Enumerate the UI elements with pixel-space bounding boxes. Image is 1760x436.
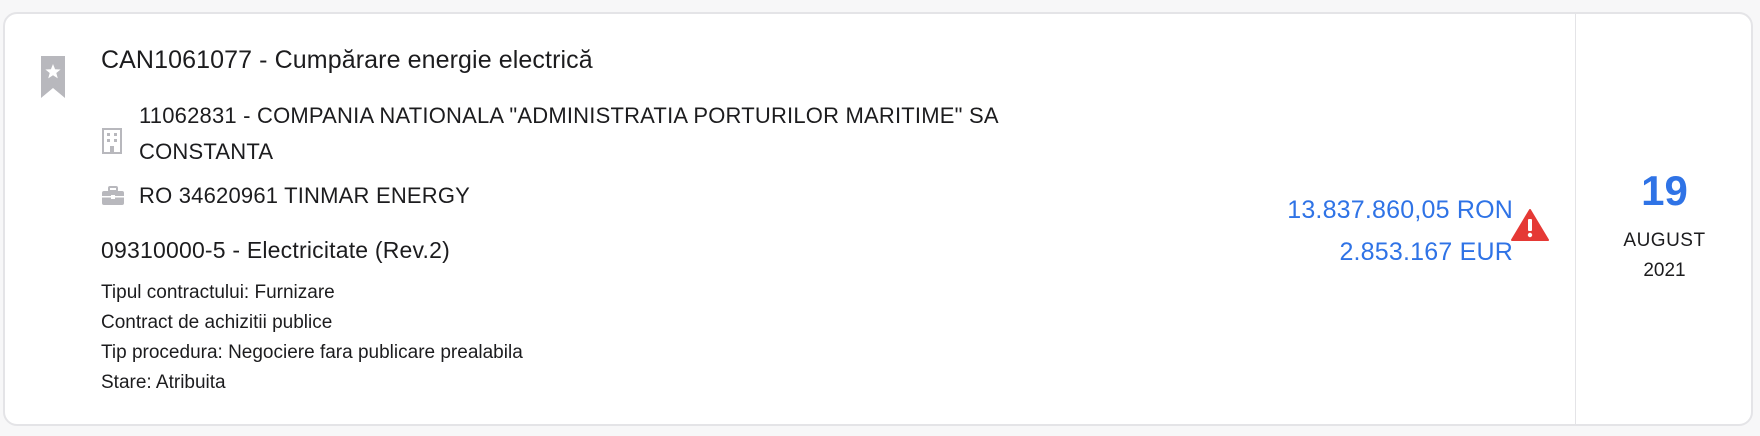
value-eur: 2.853.167 EUR <box>1339 238 1513 266</box>
procedure-type: Tip procedura: Negociere fara publicare … <box>101 342 523 363</box>
date-day: 19 <box>1641 167 1688 214</box>
date-year: 2021 <box>1643 260 1686 281</box>
contract-kind: Contract de achizitii publice <box>101 312 333 333</box>
supplier-name[interactable]: RO 34620961 TINMAR ENERGY <box>139 178 470 214</box>
notice-date: 19 AUGUST 2021 <box>1576 14 1751 424</box>
contract-type: Tipul contractului: Furnizare <box>101 282 335 303</box>
notice-details: Tipul contractului: Furnizare Contract d… <box>101 278 523 398</box>
cpv-code: 09310000-5 - Electricitate (Rev.2) <box>101 237 450 263</box>
notice-card[interactable]: CAN1061077 - Cumpărare energie electrică… <box>3 12 1753 426</box>
notice-title[interactable]: CAN1061077 - Cumpărare energie electrică <box>101 46 593 75</box>
notice-status: Stare: Atribuita <box>101 372 226 393</box>
briefcase-icon <box>101 186 125 206</box>
warning-triangle-icon[interactable] <box>1510 208 1550 242</box>
building-icon <box>101 128 123 154</box>
contract-value: 13.837.860,05 RON 2.853.167 EUR <box>1287 189 1513 273</box>
buyer-name[interactable]: 11062831 - COMPANIA NATIONALA "ADMINISTR… <box>139 98 1099 170</box>
bookmark-star-icon[interactable] <box>39 54 67 100</box>
value-ron: 13.837.860,05 RON <box>1287 196 1513 224</box>
date-month: AUGUST <box>1623 230 1706 251</box>
